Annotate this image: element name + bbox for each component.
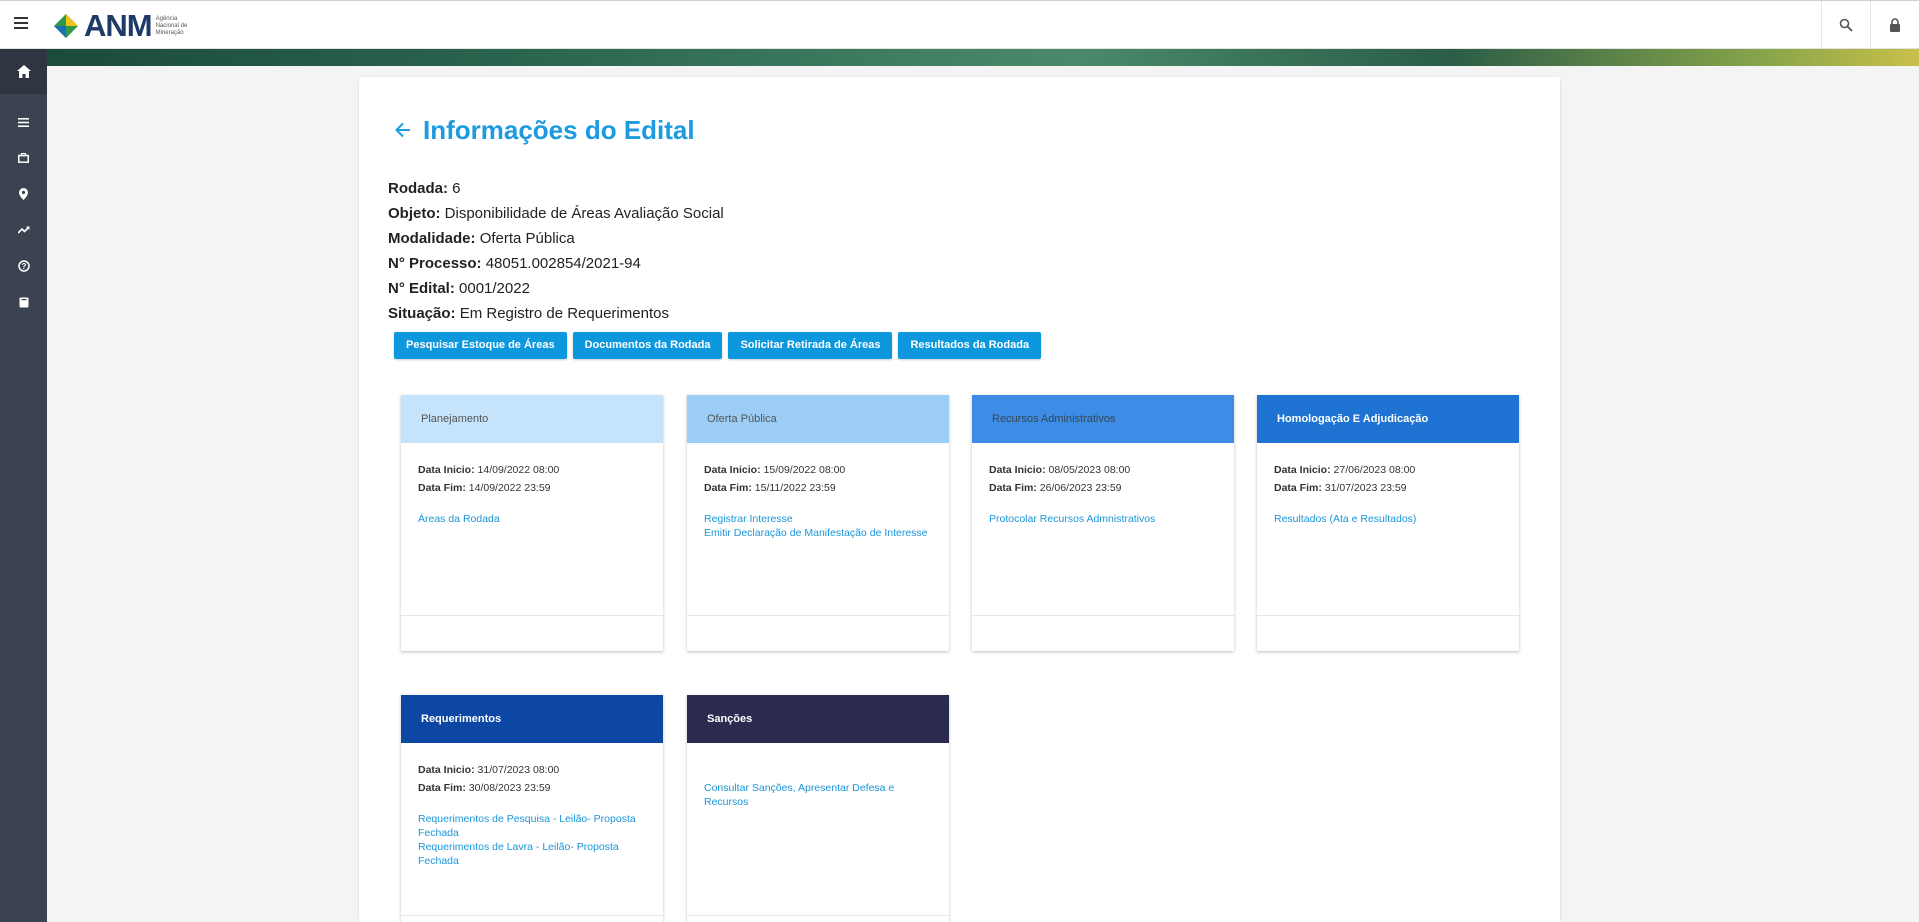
logo-subtitle: Agência Nacional de Mineração	[155, 15, 188, 36]
info-modalidade: Modalidade: Oferta Pública	[388, 226, 724, 251]
edital-info: Rodada: 6 Objeto: Disponibilidade de Áre…	[388, 176, 724, 326]
search-areas-button[interactable]: Pesquisar Estoque de Áreas	[394, 332, 567, 359]
phase-start-date: Data Inicio: 14/09/2022 08:00	[418, 464, 560, 476]
home-icon[interactable]	[0, 49, 47, 94]
info-objeto: Objeto: Disponibilidade de Áreas Avaliaç…	[388, 201, 724, 226]
phase-start-date: Data Inicio: 08/05/2023 08:00	[989, 464, 1131, 476]
link-areas-da-rodada[interactable]: Áreas da Rodada	[418, 512, 646, 526]
info-label: Modalidade:	[388, 230, 476, 247]
phase-footer	[972, 615, 1234, 651]
info-label: N° Edital:	[388, 280, 455, 297]
phase-end-date: Data Fim: 15/11/2022 23:59	[704, 482, 836, 494]
back-arrow-icon[interactable]	[393, 120, 415, 142]
info-rodada: Rodada: 6	[388, 176, 724, 201]
phase-card-requerimentos: Requerimentos Data Inicio: 31/07/2023 08…	[401, 695, 663, 922]
svg-text:?: ?	[21, 262, 26, 271]
info-situacao: Situação: Em Registro de Requerimentos	[388, 301, 724, 326]
phase-end-date: Data Fim: 26/06/2023 23:59	[989, 482, 1122, 494]
briefcase-icon[interactable]	[0, 140, 47, 176]
round-documents-button[interactable]: Documentos da Rodada	[572, 332, 723, 359]
menu-icon[interactable]	[10, 14, 32, 36]
phase-card-homologacao: Homologação E Adjudicação Data Inicio: 2…	[1257, 395, 1519, 651]
info-value: 6	[452, 180, 461, 197]
phase-header: Recursos Administrativos	[972, 395, 1234, 443]
logo-text: ANM	[84, 8, 153, 43]
info-label: N° Processo:	[388, 255, 482, 272]
phase-end-date: Data Fim: 31/07/2023 23:59	[1274, 482, 1407, 494]
info-value: Oferta Pública	[479, 230, 575, 247]
phase-header: Requerimentos	[401, 695, 663, 743]
info-edital: N° Edital: 0001/2022	[388, 276, 724, 301]
phase-card-planejamento: Planejamento Data Inicio: 14/09/2022 08:…	[401, 395, 663, 651]
info-processo: N° Processo: 48051.002854/2021-94	[388, 251, 724, 276]
book-icon[interactable]	[0, 284, 47, 320]
top-bar: ANM Agência Nacional de Mineração	[0, 0, 1919, 49]
edital-card: Informações do Edital Rodada: 6 Objeto: …	[359, 77, 1560, 922]
phase-start-date: Data Inicio: 31/07/2023 08:00	[418, 764, 560, 776]
phase-footer	[401, 615, 663, 651]
search-icon[interactable]	[1821, 1, 1870, 49]
phase-start-date: Data Inicio: 15/09/2022 08:00	[704, 464, 846, 476]
link-requerimentos-pesquisa[interactable]: Requerimentos de Pesquisa - Leilão- Prop…	[418, 812, 646, 840]
info-label: Situação:	[388, 305, 456, 322]
round-results-button[interactable]: Resultados da Rodada	[898, 332, 1042, 359]
info-value: 48051.002854/2021-94	[485, 255, 641, 272]
phase-header: Homologação E Adjudicação	[1257, 395, 1519, 443]
info-value: Disponibilidade de Áreas Avaliação Socia…	[444, 205, 724, 222]
phase-header: Oferta Pública	[687, 395, 949, 443]
request-area-withdrawal-button[interactable]: Solicitar Retirada de Áreas	[728, 332, 893, 359]
phase-card-sancoes: Sanções Consultar Sanções, Apresentar De…	[687, 695, 949, 922]
help-circle-icon[interactable]: ?	[0, 248, 47, 284]
link-requerimentos-lavra[interactable]: Requerimentos de Lavra - Leilão- Propost…	[418, 840, 646, 868]
phase-end-date: Data Fim: 14/09/2022 23:59	[418, 482, 551, 494]
link-registrar-interesse[interactable]: Registrar Interesse	[704, 512, 932, 526]
phase-footer	[401, 915, 663, 922]
logo[interactable]: ANM Agência Nacional de Mineração	[52, 8, 196, 43]
action-buttons: Pesquisar Estoque de Áreas Documentos da…	[394, 332, 1042, 359]
header-banner	[47, 49, 1919, 66]
link-emitir-declaracao[interactable]: Emitir Declaração de Manifestação de Int…	[704, 526, 932, 540]
phase-header: Planejamento	[401, 395, 663, 443]
info-value: 0001/2022	[459, 280, 530, 297]
list-icon[interactable]	[0, 104, 47, 140]
link-consultar-sancoes[interactable]: Consultar Sanções, Apresentar Defesa e R…	[704, 781, 932, 809]
sidebar: ?	[0, 49, 47, 922]
info-value: Em Registro de Requerimentos	[459, 305, 669, 322]
lock-icon[interactable]	[1870, 1, 1919, 49]
location-pin-icon[interactable]	[0, 176, 47, 212]
phase-start-date: Data Inicio: 27/06/2023 08:00	[1274, 464, 1416, 476]
trending-up-icon[interactable]	[0, 212, 47, 248]
phase-card-oferta-publica: Oferta Pública Data Inicio: 15/09/2022 0…	[687, 395, 949, 651]
info-label: Objeto:	[388, 205, 441, 222]
logo-diamond-icon	[52, 12, 80, 40]
phase-footer	[687, 615, 949, 651]
phase-end-date: Data Fim: 30/08/2023 23:59	[418, 782, 551, 794]
phase-card-recursos-administrativos: Recursos Administrativos Data Inicio: 08…	[972, 395, 1234, 651]
phase-footer	[687, 915, 949, 922]
info-label: Rodada:	[388, 180, 448, 197]
phase-header: Sanções	[687, 695, 949, 743]
link-protocolar-recursos[interactable]: Protocolar Recursos Admnistrativos	[989, 512, 1217, 526]
link-resultados-ata[interactable]: Resultados (Ata e Resultados)	[1274, 512, 1502, 526]
phase-footer	[1257, 615, 1519, 651]
page-title: Informações do Edital	[423, 115, 695, 145]
